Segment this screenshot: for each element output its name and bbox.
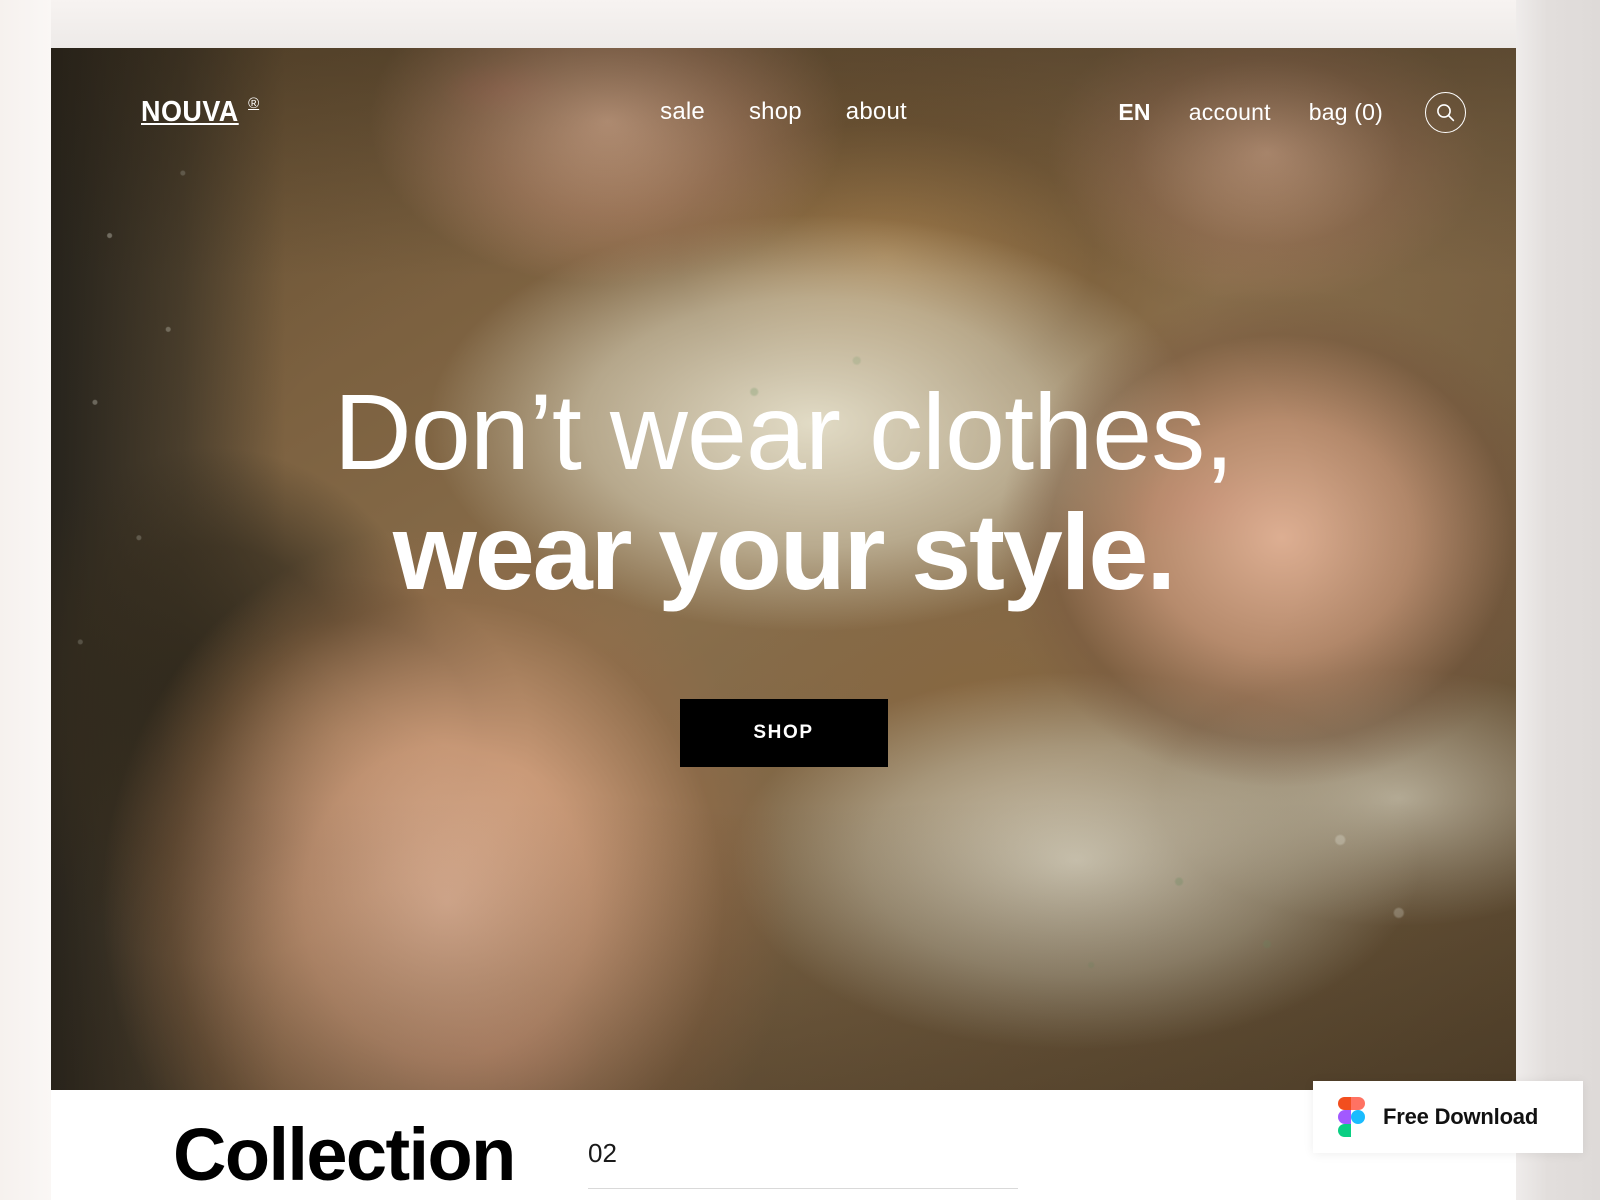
nav-item-shop[interactable]: shop xyxy=(749,98,802,126)
hero-headline-line-1: Don’t wear clothes, xyxy=(333,371,1234,492)
nav-item-sale[interactable]: sale xyxy=(660,98,705,126)
figma-shape-bottom-left xyxy=(1338,1124,1351,1137)
hero-headline-line-2: wear your style. xyxy=(392,491,1176,612)
search-icon xyxy=(1436,103,1455,122)
hero-shop-button[interactable]: SHOP xyxy=(679,698,888,767)
figma-shape-middle-right xyxy=(1351,1110,1365,1124)
figma-shape-top-left xyxy=(1338,1097,1351,1110)
figma-logo-icon xyxy=(1338,1097,1365,1137)
page-left-margin xyxy=(0,0,51,1200)
nav-item-about[interactable]: about xyxy=(846,98,907,126)
brand-logo[interactable]: NOUVA ® xyxy=(141,94,260,128)
free-download-badge[interactable]: Free Download xyxy=(1313,1081,1583,1153)
collection-index-label: 02 xyxy=(588,1138,617,1168)
page-top-margin xyxy=(0,0,1600,48)
language-selector[interactable]: EN xyxy=(1118,99,1150,126)
registered-trademark-icon: ® xyxy=(248,94,260,112)
site-header: NOUVA ® sale shop about EN account bag (… xyxy=(51,48,1516,176)
account-link[interactable]: account xyxy=(1189,99,1271,126)
figma-shape-top-right xyxy=(1351,1097,1365,1110)
collection-divider xyxy=(588,1188,1018,1189)
brand-name: NOUVA xyxy=(141,95,239,128)
bag-link[interactable]: bag (0) xyxy=(1309,99,1383,126)
free-download-label: Free Download xyxy=(1383,1104,1539,1129)
page-root: NOUVA ® sale shop about EN account bag (… xyxy=(0,0,1600,1200)
hero-content: Don’t wear clothes, wear your style. SHO… xyxy=(51,378,1516,767)
hero-section: NOUVA ® sale shop about EN account bag (… xyxy=(51,48,1516,1090)
collection-section: Collection 02 xyxy=(51,1090,1516,1200)
utility-navigation: EN account bag (0) xyxy=(1118,91,1466,133)
search-button[interactable] xyxy=(1425,91,1466,133)
collection-title: Collection xyxy=(173,1113,516,1196)
page-right-margin xyxy=(1516,0,1600,1200)
figma-shape-middle-left xyxy=(1338,1110,1351,1124)
